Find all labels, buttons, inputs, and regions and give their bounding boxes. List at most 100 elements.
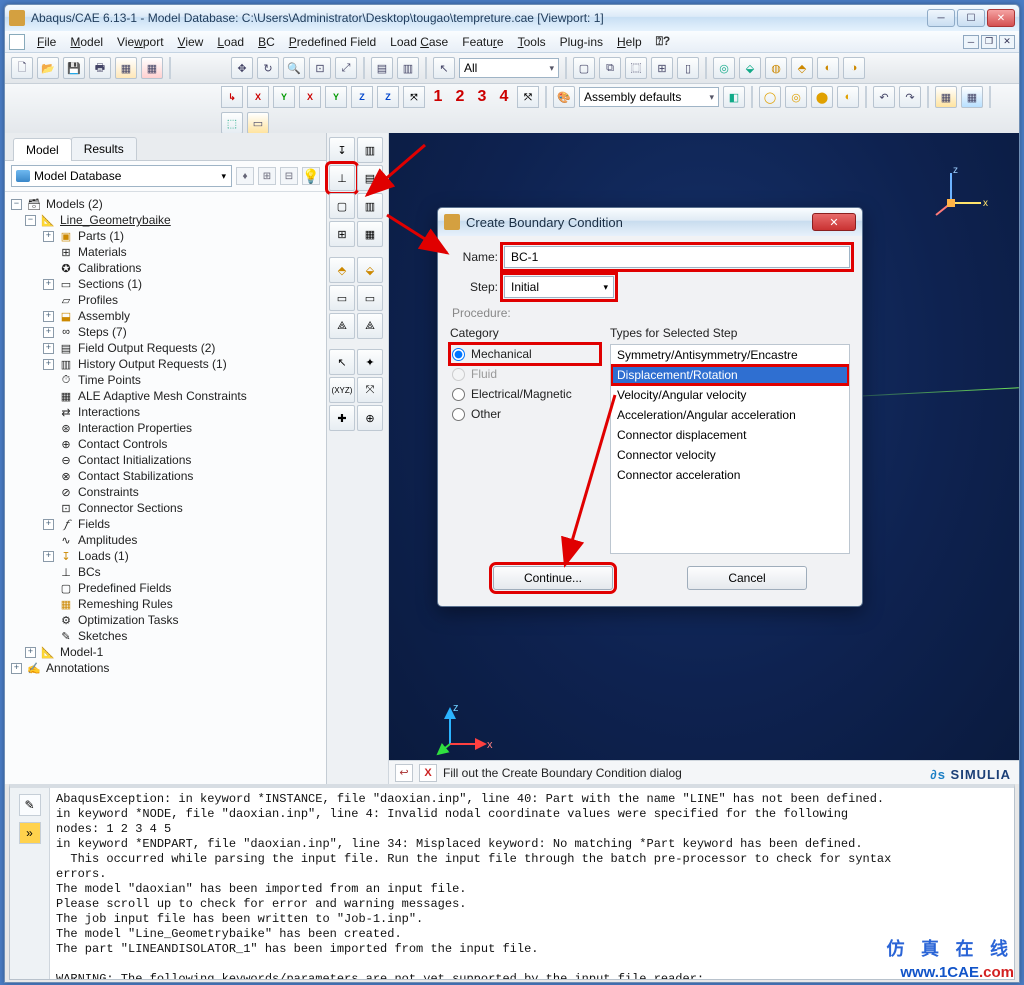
new-icon[interactable]: 🗋 xyxy=(11,57,33,79)
console-tab2-icon[interactable]: » xyxy=(19,822,41,844)
prompt-back-icon[interactable]: ↩ xyxy=(395,764,413,782)
pan-icon[interactable]: ✥ xyxy=(231,57,253,79)
hint-icon[interactable]: 💡 xyxy=(302,167,320,185)
console-tab1-icon[interactable]: ✎ xyxy=(19,794,41,816)
tool-asm1[interactable]: ⬘ xyxy=(329,257,355,283)
menu-help[interactable]: Help xyxy=(611,33,648,51)
tool-asm4[interactable]: ▭ xyxy=(357,285,383,311)
axis-xy[interactable]: ↳ xyxy=(221,86,243,108)
filter-icon[interactable]: ♦ xyxy=(236,167,254,185)
tool-load-manager[interactable]: ▥ xyxy=(357,137,383,163)
minimize-button[interactable]: ─ xyxy=(927,9,955,27)
tool-select[interactable]: ↖ xyxy=(329,349,355,375)
mesh1-icon[interactable]: ▦ xyxy=(935,86,957,108)
tool-asm6[interactable]: ⟁ xyxy=(357,313,383,339)
model-tree[interactable]: −🗃Models (2) −📐Line_Geometrybaike +▣Part… xyxy=(5,192,326,784)
menu-bc[interactable]: BC xyxy=(252,33,281,51)
axis-triad-icon[interactable]: ⤲ xyxy=(517,86,539,108)
tab-results[interactable]: Results xyxy=(71,137,137,160)
zoombox-icon[interactable]: ⊡ xyxy=(309,57,331,79)
fit-icon[interactable]: ⤢ xyxy=(335,57,357,79)
ov2-icon[interactable]: ◎ xyxy=(785,86,807,108)
type-option-selected[interactable]: Displacement/Rotation xyxy=(611,365,849,385)
context-help-icon[interactable]: ⍰? xyxy=(656,34,671,49)
vp-btn1[interactable]: ▢ xyxy=(573,57,595,79)
name-input[interactable] xyxy=(504,246,850,268)
color-scheme-select[interactable]: Assembly defaults xyxy=(579,87,719,107)
view-3[interactable]: 3 xyxy=(473,88,491,106)
menu-viewport[interactable]: Viewport xyxy=(111,33,170,51)
menu-feature[interactable]: Feature xyxy=(456,33,509,51)
menu-model[interactable]: Model xyxy=(64,33,109,51)
mesh2-icon[interactable]: ▦ xyxy=(961,86,983,108)
tool-asm2[interactable]: ⬙ xyxy=(357,257,383,283)
render2-icon[interactable]: ⬙ xyxy=(739,57,761,79)
tool2-icon[interactable]: ▦ xyxy=(141,57,163,79)
tool-datum[interactable]: (XYZ) xyxy=(329,377,355,403)
print-icon[interactable]: 🖶 xyxy=(89,57,111,79)
dialog-close-button[interactable]: ✕ xyxy=(812,213,856,231)
view-1[interactable]: 1 xyxy=(429,88,447,106)
color-icon[interactable]: 🎨 xyxy=(553,86,575,108)
database-select[interactable]: Model Database xyxy=(11,165,232,187)
tool-create-load[interactable]: ↧ xyxy=(329,137,355,163)
tool-asm3[interactable]: ▭ xyxy=(329,285,355,311)
render6-icon[interactable]: ◑ xyxy=(843,57,865,79)
tool-asm5[interactable]: ⟁ xyxy=(329,313,355,339)
grid1-icon[interactable]: ▤ xyxy=(371,57,393,79)
type-option[interactable]: Acceleration/Angular acceleration xyxy=(611,405,849,425)
mdi-minimize[interactable]: ─ xyxy=(963,35,979,49)
render4-icon[interactable]: ⬘ xyxy=(791,57,813,79)
axis-z[interactable]: Z xyxy=(351,86,373,108)
tool-csys[interactable]: ⤧ xyxy=(357,377,383,403)
ov3-icon[interactable]: ⬤ xyxy=(811,86,833,108)
cancel-button[interactable]: Cancel xyxy=(687,566,807,590)
menu-plugins[interactable]: Plug-ins xyxy=(554,33,609,51)
grid2-icon[interactable]: ▥ xyxy=(397,57,419,79)
display-group-select[interactable]: All xyxy=(459,58,559,78)
axis-y[interactable]: Y xyxy=(273,86,295,108)
type-option[interactable]: Velocity/Angular velocity xyxy=(611,385,849,405)
tool-case[interactable]: ⊞ xyxy=(329,221,355,247)
menu-load[interactable]: Load xyxy=(211,33,250,51)
tool-ref[interactable]: ✚ xyxy=(329,405,355,431)
zoom-icon[interactable]: 🔍 xyxy=(283,57,305,79)
undo-icon[interactable]: ↶ xyxy=(873,86,895,108)
vp-btn5[interactable]: ▯ xyxy=(677,57,699,79)
tool-predef-mgr[interactable]: ▥ xyxy=(357,193,383,219)
tree-icon[interactable]: ⊟ xyxy=(280,167,298,185)
ov4-icon[interactable]: ◐ xyxy=(837,86,859,108)
tool-query[interactable]: ✦ xyxy=(357,349,383,375)
cursor-icon[interactable]: ↖ xyxy=(433,57,455,79)
tool-bc-manager[interactable]: ▤ xyxy=(357,165,383,191)
axis-x[interactable]: X xyxy=(247,86,269,108)
tool-create-bc[interactable]: ⊥ xyxy=(329,165,355,191)
menu-tools[interactable]: Tools xyxy=(512,33,552,51)
view-2[interactable]: 2 xyxy=(451,88,469,106)
dialog-step-select[interactable]: Initial xyxy=(504,276,614,298)
render3-icon[interactable]: ◍ xyxy=(765,57,787,79)
radio-mechanical[interactable]: Mechanical xyxy=(450,344,600,364)
layer2-icon[interactable]: ▭ xyxy=(247,112,269,134)
ov1-icon[interactable]: ◯ xyxy=(759,86,781,108)
menu-file[interactable]: File xyxy=(31,33,62,51)
radio-other[interactable]: Other xyxy=(450,404,600,424)
view-4[interactable]: 4 xyxy=(495,88,513,106)
type-option[interactable]: Connector acceleration xyxy=(611,465,849,485)
layer-icon[interactable]: ⬚ xyxy=(221,112,243,134)
axis-iso[interactable]: ⤧ xyxy=(403,86,425,108)
radio-electrical[interactable]: Electrical/Magnetic xyxy=(450,384,600,404)
tool-case-mgr[interactable]: ▦ xyxy=(357,221,383,247)
vp-btn4[interactable]: ⊞ xyxy=(651,57,673,79)
vp-btn2[interactable]: ⧉ xyxy=(599,57,621,79)
prompt-cancel-icon[interactable]: X xyxy=(419,764,437,782)
mdi-restore[interactable]: ❐ xyxy=(981,35,997,49)
tab-model[interactable]: Model xyxy=(13,138,72,161)
maximize-button[interactable]: ☐ xyxy=(957,9,985,27)
rotate-icon[interactable]: ↻ xyxy=(257,57,279,79)
render1-icon[interactable]: ◎ xyxy=(713,57,735,79)
menu-predefined[interactable]: Predefined Field xyxy=(283,33,382,51)
type-option[interactable]: Symmetry/Antisymmetry/Encastre xyxy=(611,345,849,365)
type-option[interactable]: Connector displacement xyxy=(611,425,849,445)
mdi-close[interactable]: ✕ xyxy=(999,35,1015,49)
